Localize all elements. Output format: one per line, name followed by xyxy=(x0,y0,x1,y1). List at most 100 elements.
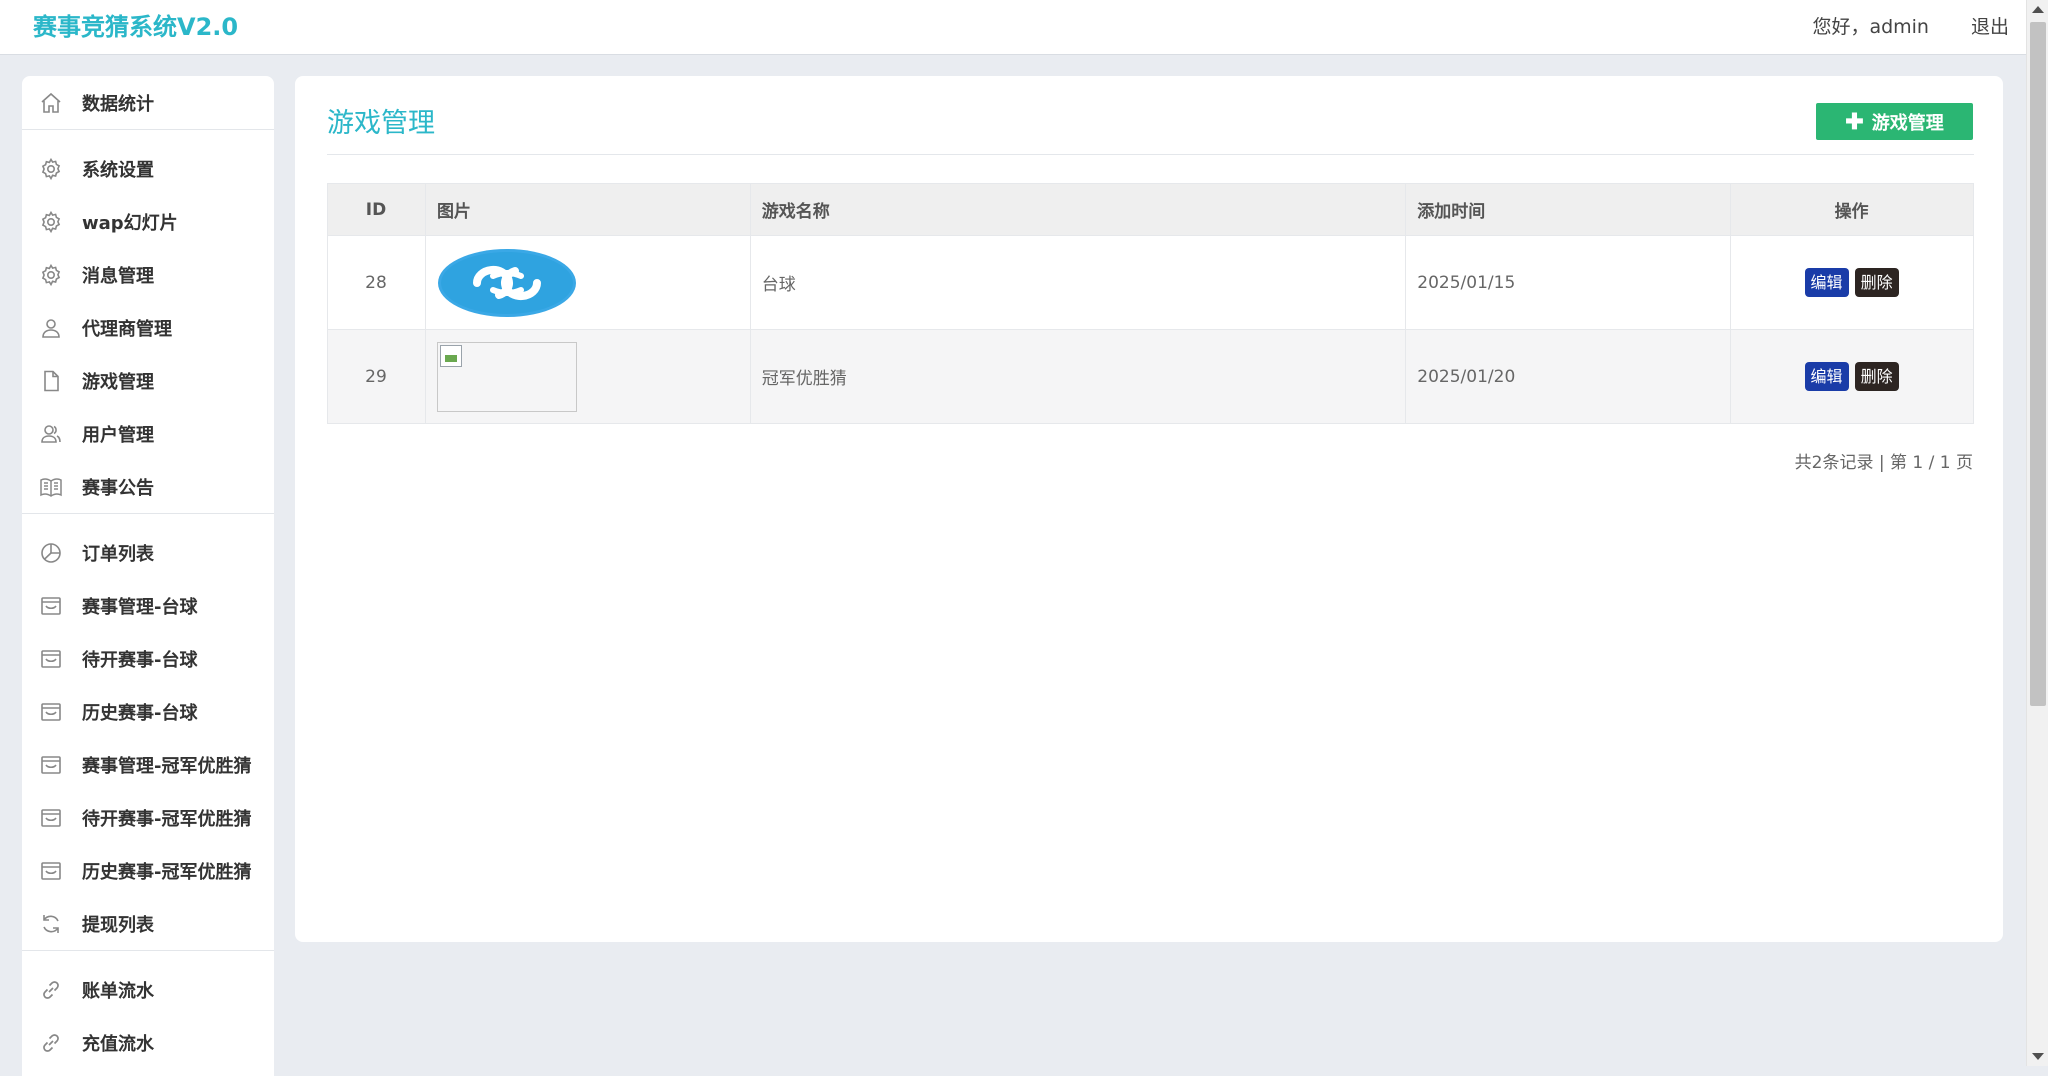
home-icon xyxy=(38,90,64,116)
inbox-icon xyxy=(38,593,64,619)
inbox-icon xyxy=(38,752,64,778)
row-id: 29 xyxy=(327,329,426,424)
sidebar-item-label: 订单列表 xyxy=(82,543,154,565)
sidebar-item[interactable]: 消息管理 xyxy=(22,248,274,301)
sidebar-item-label: 账单流水 xyxy=(82,980,154,1002)
pagination-info: 共2条记录 | 第 1 / 1 页 xyxy=(1794,453,1973,473)
row-id: 28 xyxy=(327,235,426,330)
edit-button[interactable]: 编辑 xyxy=(1804,362,1849,391)
add-game-button[interactable]: ✚ 游戏管理 xyxy=(1816,103,1973,140)
scrollbar-thumb[interactable] xyxy=(2030,22,2046,706)
app-title: 赛事竞猜系统V2.0 xyxy=(33,13,239,41)
sidebar-item[interactable]: 待开赛事-冠军优胜猜 xyxy=(22,791,274,844)
pie-chart-icon xyxy=(38,540,64,566)
broken-image xyxy=(436,341,577,412)
sidebar-item[interactable]: 用户管理 xyxy=(22,407,274,460)
sidebar-item-label: 赛事公告 xyxy=(82,477,154,499)
inbox-icon xyxy=(38,805,64,831)
sidebar-item-label: 代理商管理 xyxy=(82,318,172,340)
sidebar-item-label: 充值流水 xyxy=(82,1033,154,1055)
gear-icon xyxy=(38,262,64,288)
sidebar-item-label: 游戏管理 xyxy=(82,371,154,393)
sidebar-item-label: 数据统计 xyxy=(82,93,154,115)
sidebar-item[interactable]: 赛事公告 xyxy=(22,460,274,513)
gear-icon xyxy=(38,156,64,182)
sidebar-item[interactable]: 赛事管理-台球 xyxy=(22,579,274,632)
row-date: 2025/01/20 xyxy=(1405,329,1732,424)
sidebar-item[interactable]: 历史赛事-台球 xyxy=(22,685,274,738)
table-row: 29 冠军优胜猜 2025/01/20 编辑 删除 xyxy=(327,329,1974,424)
sidebar-item-label: wap幻灯片 xyxy=(82,212,178,234)
vertical-scrollbar[interactable] xyxy=(2026,0,2048,1066)
gear-icon xyxy=(38,209,64,235)
edit-button[interactable]: 编辑 xyxy=(1804,268,1849,297)
main-panel: 游戏管理 ✚ 游戏管理 ID 图片 游戏名称 添加时间 操作 28 台球 202… xyxy=(295,76,2003,942)
row-image-cell xyxy=(424,235,751,330)
table-header-row: ID 图片 游戏名称 添加时间 操作 xyxy=(327,183,1974,236)
sidebar-item-label: 赛事管理-台球 xyxy=(82,596,198,618)
column-header-name: 游戏名称 xyxy=(749,183,1407,236)
row-actions: 编辑 删除 xyxy=(1730,235,1974,330)
sidebar-item[interactable]: 系统设置 xyxy=(22,142,274,195)
scroll-down-icon[interactable] xyxy=(2032,1053,2044,1060)
sidebar-item-label: 赛事管理-冠军优胜猜 xyxy=(82,755,252,777)
user-icon xyxy=(38,315,64,341)
sidebar-item-label: 提现列表 xyxy=(82,914,154,936)
table-row: 28 台球 2025/01/15 编辑 删除 xyxy=(327,235,1974,330)
sidebar-item-label: 待开赛事-台球 xyxy=(82,649,198,671)
sidebar-item[interactable]: 代理商管理 xyxy=(22,301,274,354)
scroll-up-icon[interactable] xyxy=(2032,6,2044,13)
games-table: ID 图片 游戏名称 添加时间 操作 28 台球 2025/01/15 编辑 删… xyxy=(327,183,1974,424)
users-icon xyxy=(38,421,64,447)
link-icon xyxy=(38,1030,64,1056)
sidebar-item[interactable]: 充值流水 xyxy=(22,1016,274,1069)
row-image-cell xyxy=(424,329,751,424)
delete-button[interactable]: 删除 xyxy=(1854,268,1899,297)
book-icon xyxy=(38,474,64,500)
refresh-icon xyxy=(38,911,64,937)
sidebar-item[interactable]: 游戏管理 xyxy=(22,354,274,407)
sidebar: 数据统计系统设置 wap幻灯片 消息管理代理商管理游戏管理用户管理赛事公告订单列表赛… xyxy=(22,76,274,1076)
row-name: 台球 xyxy=(749,235,1407,330)
column-header-image: 图片 xyxy=(424,183,751,236)
sidebar-item[interactable]: wap幻灯片 xyxy=(22,195,274,248)
row-name: 冠军优胜猜 xyxy=(749,329,1407,424)
inbox-icon xyxy=(38,699,64,725)
game-logo-image xyxy=(437,248,576,317)
sidebar-item-label: 用户管理 xyxy=(82,424,154,446)
sidebar-item-label: 系统设置 xyxy=(82,159,154,181)
logout-link[interactable]: 退出 xyxy=(1971,12,2009,42)
page-title: 游戏管理 xyxy=(327,108,435,139)
sidebar-item[interactable]: 提现列表 xyxy=(22,897,274,950)
title-divider xyxy=(327,154,1974,155)
inbox-icon xyxy=(38,646,64,672)
sidebar-item-label: 消息管理 xyxy=(82,265,154,287)
delete-button[interactable]: 删除 xyxy=(1854,362,1899,391)
link-icon xyxy=(38,977,64,1003)
file-icon xyxy=(38,368,64,394)
sidebar-item[interactable]: 账单流水 xyxy=(22,963,274,1016)
column-header-id: ID xyxy=(327,183,426,236)
column-header-date: 添加时间 xyxy=(1405,183,1732,236)
broken-image-icon xyxy=(439,344,462,367)
row-actions: 编辑 删除 xyxy=(1730,329,1974,424)
sidebar-item[interactable]: 赛事管理-冠军优胜猜 xyxy=(22,738,274,791)
sidebar-item-label: 历史赛事-冠军优胜猜 xyxy=(82,861,252,883)
sidebar-item-label: 历史赛事-台球 xyxy=(82,702,198,724)
sidebar-item-label: 待开赛事-冠军优胜猜 xyxy=(82,808,252,830)
sidebar-item[interactable]: 待开赛事-台球 xyxy=(22,632,274,685)
sidebar-item[interactable]: 订单列表 xyxy=(22,526,274,579)
row-date: 2025/01/15 xyxy=(1405,235,1732,330)
add-game-button-label: 游戏管理 xyxy=(1871,112,1944,133)
plus-icon: ✚ xyxy=(1845,108,1864,134)
sidebar-item[interactable]: 数据统计 xyxy=(22,76,274,129)
inbox-icon xyxy=(38,858,64,884)
user-greeting: 您好，admin xyxy=(1812,16,1929,38)
column-header-actions: 操作 xyxy=(1730,183,1974,236)
user-area: 您好，admin 退出 xyxy=(1812,12,2009,42)
top-bar: 赛事竞猜系统V2.0 您好，admin 退出 xyxy=(0,0,2026,55)
sidebar-item[interactable]: 历史赛事-冠军优胜猜 xyxy=(22,844,274,897)
